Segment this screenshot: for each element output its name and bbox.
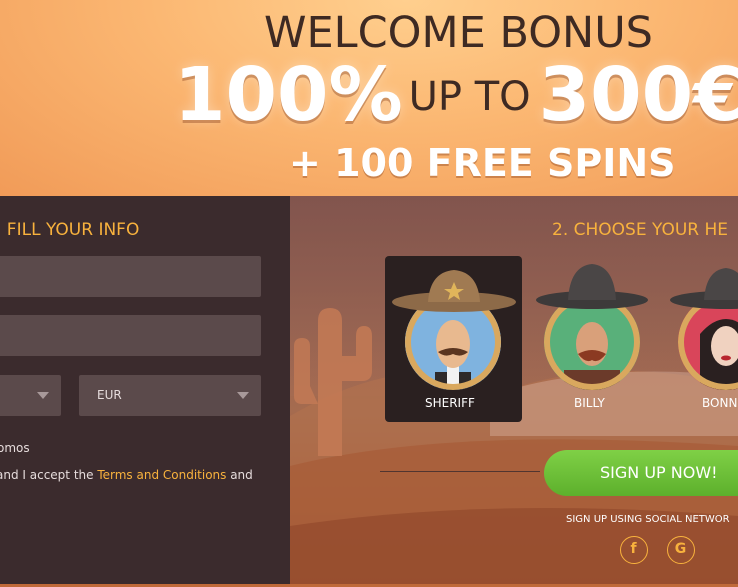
sheriff-hat-icon xyxy=(392,270,516,312)
chevron-down-icon xyxy=(237,392,249,399)
google-signup-button[interactable]: G xyxy=(667,536,695,564)
step-2-number: 2. xyxy=(552,220,569,240)
bonus-amount-line: 100% UP TO 300€ xyxy=(174,52,738,138)
hero-name-billy: BILLY xyxy=(574,396,605,410)
hero-card-bonnie[interactable]: BONN xyxy=(670,256,738,422)
welcome-bonus-title: WELCOME BONUS xyxy=(264,8,653,58)
currency-select[interactable]: EUR xyxy=(79,375,261,416)
divider-line xyxy=(380,471,540,472)
currency-value: EUR xyxy=(97,388,122,402)
facebook-signup-button[interactable]: f xyxy=(620,536,648,564)
hero-selection-panel: 2. CHOOSE YOUR HE SHERIFF BILLY BONN SIG… xyxy=(290,196,738,587)
social-signup-label: SIGN UP USING SOCIAL NETWOR xyxy=(566,514,730,525)
promos-checkbox-label[interactable]: omos xyxy=(0,441,30,455)
step-2-label: CHOOSE YOUR HE xyxy=(568,220,729,240)
free-spins-text: + 100 FREE SPINS xyxy=(289,141,676,185)
terms-prefix: and I accept the xyxy=(0,468,98,482)
google-icon: G xyxy=(674,541,687,557)
bonnie-hat-icon xyxy=(670,268,738,309)
hero-name-sheriff: SHERIFF xyxy=(425,396,475,410)
billy-hat-icon xyxy=(536,264,648,309)
welcome-bonus-banner: WELCOME BONUS 100% UP TO 300€ + 100 FREE S… xyxy=(0,0,738,196)
sign-up-button-label: SIGN UP NOW! xyxy=(600,463,718,482)
country-select[interactable] xyxy=(0,375,61,416)
hero-card-sheriff[interactable]: SHERIFF xyxy=(385,256,522,422)
step-2-title: 2. CHOOSE YOUR HE xyxy=(552,220,728,240)
facebook-icon: f xyxy=(630,541,637,557)
registration-form-panel: . FILL YOUR INFO EUR omos and I accept t… xyxy=(0,196,290,587)
hero-name-bonnie: BONN xyxy=(702,396,738,410)
chevron-down-icon xyxy=(37,392,49,399)
hero-card-billy[interactable]: BILLY xyxy=(536,256,650,422)
terms-suffix: and xyxy=(226,468,253,482)
email-field[interactable] xyxy=(0,256,261,297)
step-1-title: . FILL YOUR INFO xyxy=(0,220,140,240)
sign-up-now-button[interactable]: SIGN UP NOW! xyxy=(544,450,738,496)
bonus-percent: 100% xyxy=(174,52,403,138)
bonus-amount: 300€ xyxy=(538,52,738,138)
password-field[interactable] xyxy=(0,315,261,356)
bonus-up-to: UP TO xyxy=(408,74,531,120)
terms-checkbox-label[interactable]: and I accept the Terms and Conditions an… xyxy=(0,468,253,482)
terms-link[interactable]: Terms and Conditions xyxy=(97,468,226,482)
